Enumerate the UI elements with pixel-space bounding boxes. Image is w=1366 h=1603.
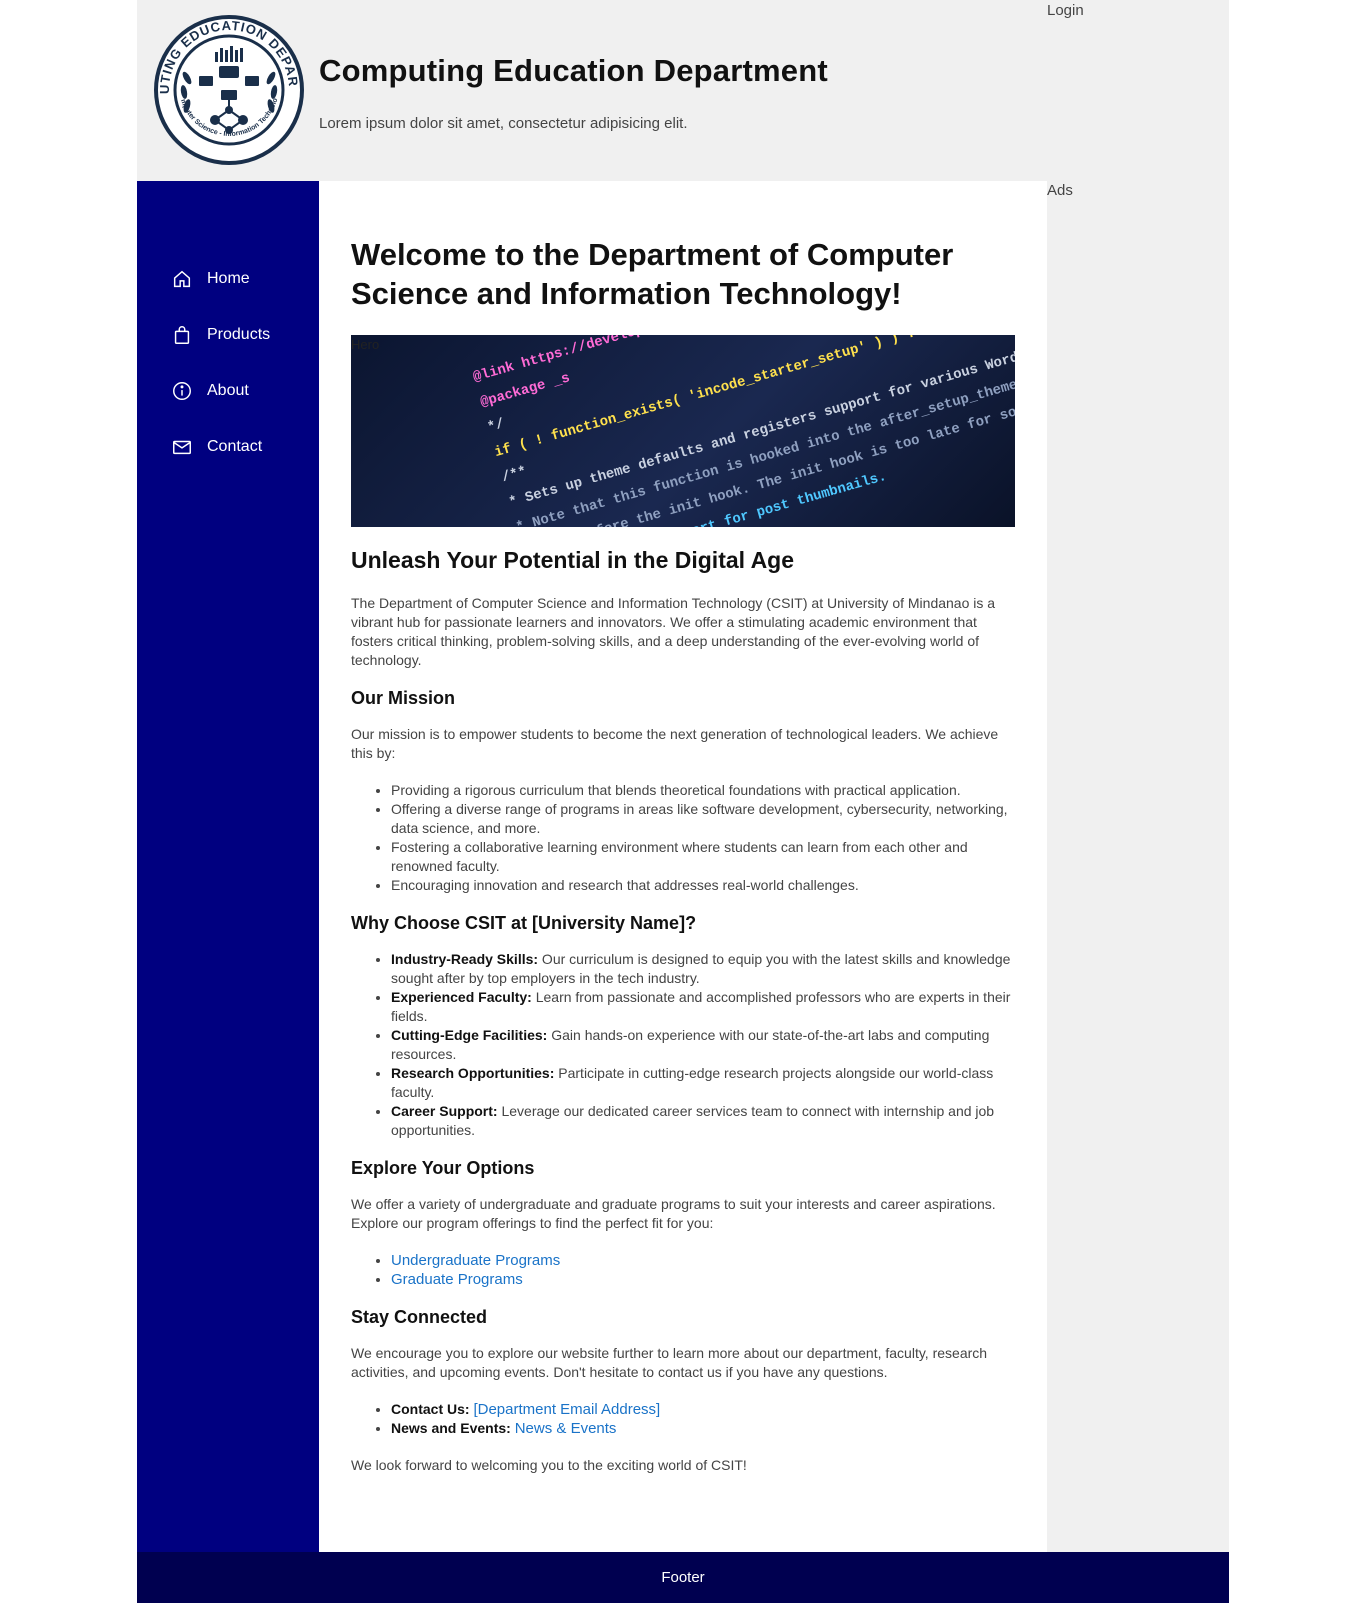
list-item-title: Experienced Faculty: [391, 989, 532, 1005]
sidebar-item-home[interactable]: Home [171, 251, 270, 307]
list-item-title: Career Support: [391, 1103, 498, 1119]
ads-label: Ads [1047, 182, 1073, 199]
sidebar-item-label: Home [207, 270, 250, 287]
explore-paragraph: We offer a variety of undergraduate and … [351, 1196, 996, 1231]
section-heading: Unleash Your Potential in the Digital Ag… [351, 547, 795, 573]
page-wrapper: COMPUTING EDUCATION DEPARTMENT Computer … [137, 0, 1229, 1603]
why-list: Industry-Ready Skills: Our curriculum is… [351, 950, 1015, 1140]
site-tagline: Lorem ipsum dolor sit amet, consectetur … [319, 115, 688, 132]
list-item: Offering a diverse range of programs in … [391, 800, 1015, 838]
list-item: Providing a rigorous curriculum that ble… [391, 781, 1015, 800]
explore-heading: Explore Your Options [351, 1158, 535, 1178]
contact-list: Contact Us: [Department Email Address] N… [351, 1400, 1015, 1438]
site-footer: Footer [137, 1552, 1229, 1603]
sidebar-nav: Home Products About Contact [137, 181, 319, 1552]
sidebar-item-about[interactable]: About [171, 363, 270, 419]
list-item-title: News and Events: [391, 1420, 511, 1436]
footer-label: Footer [661, 1569, 705, 1586]
list-item: Fostering a collaborative learning envir… [391, 838, 1015, 876]
mission-paragraph: Our mission is to empower students to be… [351, 726, 999, 761]
list-item: Cutting-Edge Facilities: Gain hands-on e… [391, 1026, 1015, 1064]
list-item: Graduate Programs [391, 1270, 1015, 1289]
list-item: Experienced Faculty: Learn from passiona… [391, 988, 1015, 1026]
why-heading: Why Choose CSIT at [University Name]? [351, 913, 697, 933]
shopping-bag-icon [174, 326, 190, 344]
login-link[interactable]: Login [1047, 2, 1084, 19]
program-links: Undergraduate Programs Graduate Programs [351, 1251, 1015, 1289]
home-icon [173, 270, 191, 288]
sidebar-item-label: Contact [207, 438, 263, 455]
connect-heading: Stay Connected [351, 1307, 488, 1327]
sidebar-item-label: Products [207, 326, 271, 343]
list-item-title: Contact Us: [391, 1401, 470, 1417]
undergraduate-programs-link[interactable]: Undergraduate Programs [391, 1252, 560, 1269]
hero-label: Hero [351, 337, 380, 352]
sidebar-item-products[interactable]: Products [171, 307, 270, 363]
code-line: /** [500, 464, 529, 486]
list-item: Undergraduate Programs [391, 1251, 1015, 1270]
hero-image: Hero @link https://developer.wordpress.o… [351, 335, 1015, 527]
department-logo: COMPUTING EDUCATION DEPARTMENT Computer … [147, 2, 305, 166]
list-item: Encouraging innovation and research that… [391, 876, 1015, 895]
closing-paragraph: We look forward to welcoming you to the … [351, 1457, 747, 1473]
site-header: COMPUTING EDUCATION DEPARTMENT Computer … [137, 0, 1084, 181]
site-title: Computing Education Department [319, 53, 828, 88]
mission-list: Providing a rigorous curriculum that ble… [351, 781, 1015, 895]
graduate-programs-link[interactable]: Graduate Programs [391, 1271, 523, 1288]
mission-heading: Our Mission [351, 688, 456, 708]
news-events-link[interactable]: News & Events [515, 1420, 617, 1437]
sidebar-item-label: About [207, 382, 249, 399]
list-item-title: Industry-Ready Skills: [391, 951, 539, 967]
code-screenshot-graphic: @link https://developer.wordpress.org @p… [471, 335, 1015, 527]
list-item: Industry-Ready Skills: Our curriculum is… [391, 950, 1015, 988]
list-item: Contact Us: [Department Email Address] [391, 1400, 1015, 1419]
mail-icon [173, 440, 191, 455]
page-heading: Welcome to the Department of Computer Sc… [351, 237, 954, 311]
list-item: News and Events: News & Events [391, 1419, 1015, 1438]
code-line: */ [486, 416, 507, 436]
list-item: Career Support: Leverage our dedicated c… [391, 1102, 1015, 1140]
list-item-title: Research Opportunities: [391, 1065, 555, 1081]
department-email-link[interactable]: [Department Email Address] [473, 1401, 660, 1418]
main-content: Welcome to the Department of Computer Sc… [319, 181, 1047, 1552]
list-item-title: Cutting-Edge Facilities: [391, 1027, 548, 1043]
list-item: Research Opportunities: Participate in c… [391, 1064, 1015, 1102]
intro-paragraph: The Department of Computer Science and I… [351, 595, 996, 668]
sidebar-item-contact[interactable]: Contact [171, 419, 270, 475]
connect-paragraph: We encourage you to explore our website … [351, 1345, 988, 1380]
info-icon [173, 382, 191, 400]
